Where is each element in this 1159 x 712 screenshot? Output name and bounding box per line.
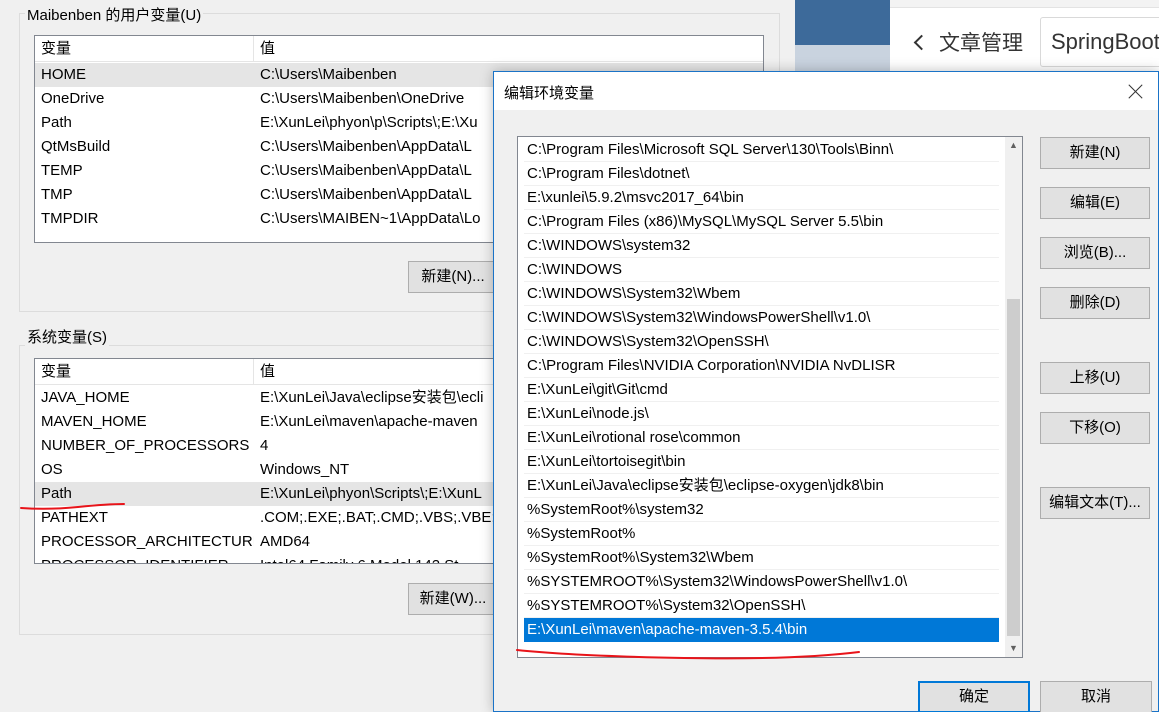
header-value[interactable]: 值 xyxy=(254,36,275,62)
variable-name: JAVA_HOME xyxy=(41,389,130,406)
article-manager-label: 文章管理 xyxy=(939,32,1023,55)
path-list[interactable]: E:\XunLei\maven\apache-maven-3.5.4\bin %S… xyxy=(517,136,1023,658)
user-vars-label: Maibenben 的用户变量(U) xyxy=(25,4,204,25)
variable-name: OS xyxy=(41,461,63,478)
path-list-item[interactable]: E:\XunLei\tortoisegit\bin xyxy=(524,450,999,474)
path-list-item[interactable]: C:\WINDOWS\system32 xyxy=(524,234,999,258)
path-list-item[interactable]: C:\WINDOWS\System32\OpenSSH\ xyxy=(524,330,999,354)
path-list-item[interactable]: C:\Program Files\NVIDIA Corporation\NVID… xyxy=(524,354,999,378)
header-value[interactable]: 值 xyxy=(254,359,275,385)
system-vars-label: 系统变量(S) xyxy=(25,326,109,347)
path-list-item[interactable]: C:\Program Files (x86)\MySQL\MySQL Serve… xyxy=(524,210,999,234)
variable-name: PROCESSOR_ARCHITECTURE xyxy=(41,533,254,550)
path-list-item[interactable]: C:\Program Files\Microsoft SQL Server\13… xyxy=(524,138,999,162)
path-list-item[interactable]: %SystemRoot%\system32 xyxy=(524,498,999,522)
system-new-button[interactable]: 新建(W)... xyxy=(408,583,498,615)
article-title-input[interactable]: SpringBoot xyxy=(1040,17,1159,67)
scrollbar[interactable]: ▲ ▼ xyxy=(1005,137,1022,657)
header-variable[interactable]: 变量 xyxy=(35,359,254,385)
path-list-item[interactable]: C:\WINDOWS\System32\WindowsPowerShell\v1… xyxy=(524,306,999,330)
delete-button[interactable]: 删除(D) xyxy=(1040,287,1150,319)
cancel-button[interactable]: 取消 xyxy=(1040,681,1152,712)
path-list-item[interactable]: C:\WINDOWS xyxy=(524,258,999,282)
variable-name: Path xyxy=(41,114,72,131)
path-list-item[interactable]: E:\XunLei\maven\apache-maven-3.5.4\bin xyxy=(524,618,999,642)
edit-env-var-dialog: 编辑环境变量 E:\XunLei\maven\apache-maven-3.5.… xyxy=(493,71,1159,712)
path-list-item[interactable]: %SYSTEMROOT%\System32\OpenSSH\ xyxy=(524,594,999,618)
edit-button[interactable]: 编辑(E) xyxy=(1040,187,1150,219)
chevron-left-icon xyxy=(913,34,930,50)
dialog-title: 编辑环境变量 xyxy=(504,85,595,102)
browse-button[interactable]: 浏览(B)... xyxy=(1040,237,1150,269)
variable-name: Path xyxy=(41,485,72,502)
path-list-item[interactable]: C:\Program Files\dotnet\ xyxy=(524,162,999,186)
scroll-down-icon[interactable]: ▼ xyxy=(1005,640,1022,657)
editor-page-topbar xyxy=(890,0,1159,8)
path-list-item[interactable]: %SystemRoot%\System32\Wbem xyxy=(524,546,999,570)
header-variable[interactable]: 变量 xyxy=(35,36,254,62)
background-window-strip xyxy=(795,0,890,45)
move-down-button[interactable]: 下移(O) xyxy=(1040,412,1150,444)
variable-name: TMPDIR xyxy=(41,210,99,227)
scrollbar-thumb[interactable] xyxy=(1007,299,1020,636)
variable-name: NUMBER_OF_PROCESSORS xyxy=(41,437,250,454)
path-list-item[interactable]: E:\XunLei\rotional rose\common xyxy=(524,426,999,450)
edit-text-button[interactable]: 编辑文本(T)... xyxy=(1040,487,1150,519)
variable-name: MAVEN_HOME xyxy=(41,413,147,430)
user-new-button[interactable]: 新建(N)... xyxy=(408,261,498,293)
scroll-up-icon[interactable]: ▲ xyxy=(1005,137,1022,154)
variable-name: PROCESSOR_IDENTIFIER xyxy=(35,554,254,563)
new-button[interactable]: 新建(N) xyxy=(1040,137,1150,169)
variable-name: TEMP xyxy=(41,162,83,179)
move-up-button[interactable]: 上移(U) xyxy=(1040,362,1150,394)
path-list-item[interactable]: E:\XunLei\git\Git\cmd xyxy=(524,378,999,402)
path-list-item[interactable]: E:\XunLei\Java\eclipse安装包\eclipse-oxygen… xyxy=(524,474,999,498)
variable-name: PATHEXT xyxy=(41,509,108,526)
variable-name: HOME xyxy=(41,66,86,83)
path-list-item[interactable]: %SYSTEMROOT%\System32\WindowsPowerShell\… xyxy=(524,570,999,594)
close-icon[interactable] xyxy=(1114,72,1158,110)
path-list-item[interactable]: E:\XunLei\node.js\ xyxy=(524,402,999,426)
ok-button[interactable]: 确定 xyxy=(918,681,1030,712)
table-header: 变量 值 xyxy=(35,36,763,62)
variable-name: OneDrive xyxy=(41,90,105,107)
path-list-item[interactable]: E:\xunlei\5.9.2\msvc2017_64\bin xyxy=(524,186,999,210)
dialog-titlebar: 编辑环境变量 xyxy=(494,72,1158,110)
variable-name: TMP xyxy=(41,186,73,203)
path-list-item[interactable]: %SystemRoot% xyxy=(524,522,999,546)
path-list-item[interactable]: C:\WINDOWS\System32\Wbem xyxy=(524,282,999,306)
variable-name: QtMsBuild xyxy=(41,138,111,155)
article-manager-link[interactable]: 文章管理 xyxy=(913,27,1023,57)
